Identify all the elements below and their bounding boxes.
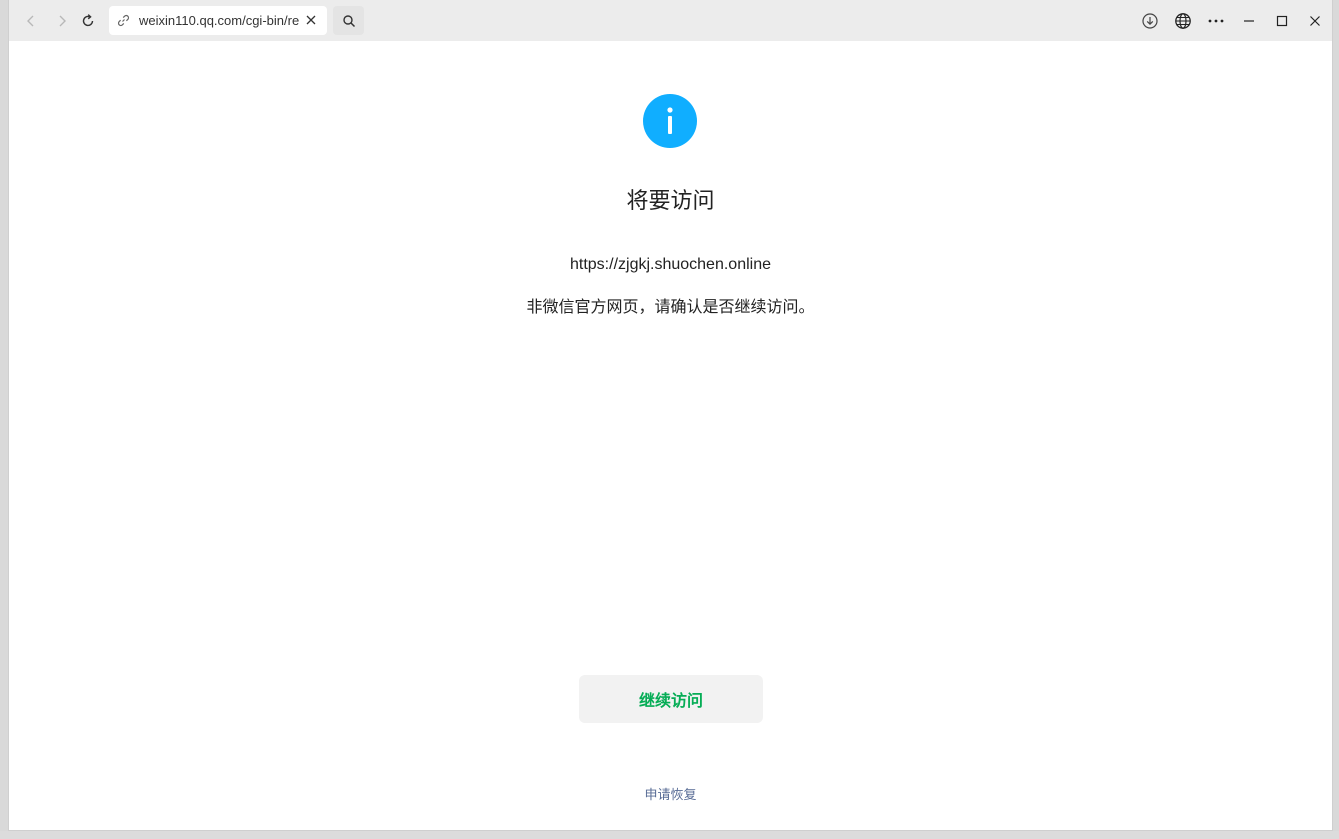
window-close-button[interactable] [1302, 8, 1328, 34]
back-button[interactable] [18, 8, 44, 34]
info-icon [643, 94, 697, 148]
link-icon [118, 15, 129, 26]
close-icon[interactable] [305, 14, 317, 26]
chevron-left-icon [27, 15, 34, 27]
globe-icon [1175, 13, 1191, 29]
minimize-button[interactable] [1236, 8, 1262, 34]
maximize-button[interactable] [1269, 8, 1295, 34]
search-button[interactable] [333, 6, 364, 35]
chevron-right-icon [59, 15, 66, 27]
appeal-link[interactable]: 申请恢复 [9, 787, 1332, 805]
warning-message: 非微信官方网页，请确认是否继续访问。 [526, 297, 815, 316]
download-icon [1142, 13, 1158, 29]
window-close-icon [1310, 16, 1320, 26]
browser-titlebar: weixin110.qq.com/cgi-bin/readtemplate [9, 0, 1332, 41]
desktop-strip [0, 831, 1339, 839]
browser-window: weixin110.qq.com/cgi-bin/readtemplate [8, 0, 1333, 831]
search-icon [342, 14, 355, 27]
reload-button[interactable] [75, 8, 101, 34]
target-url: https://zjgkj.shuochen.online [569, 256, 771, 273]
page-title: 将要访问 [626, 189, 715, 214]
page-content: 将要访问 https://zjgkj.shuochen.online 非微信官方… [9, 41, 1332, 830]
more-button[interactable] [1203, 8, 1229, 34]
continue-button[interactable]: 继续访问 [579, 675, 763, 723]
minimize-icon [1244, 20, 1254, 22]
language-button[interactable] [1170, 8, 1196, 34]
download-button[interactable] [1137, 8, 1163, 34]
address-bar[interactable]: weixin110.qq.com/cgi-bin/readtemplate [109, 6, 327, 35]
address-text[interactable]: weixin110.qq.com/cgi-bin/readtemplate [139, 13, 299, 28]
maximize-icon [1276, 15, 1288, 27]
reload-icon [82, 14, 94, 27]
forward-button[interactable] [49, 8, 75, 34]
more-icon [1208, 19, 1224, 23]
